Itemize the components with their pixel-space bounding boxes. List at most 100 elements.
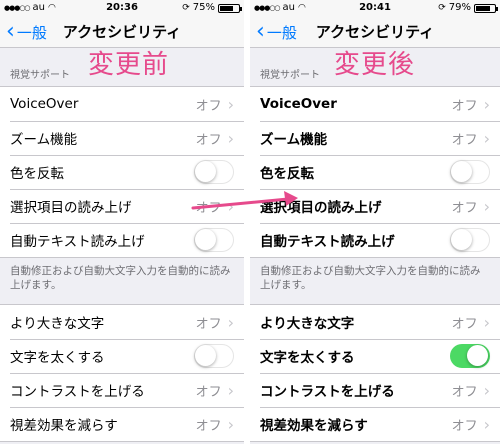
settings-row[interactable]: より大きな文字 オフ › [0,305,244,339]
row-label: より大きな文字 [10,316,105,332]
row-label: コントラストを上げる [10,384,145,400]
settings-row[interactable]: 視差効果を減らす オフ › [0,407,244,441]
row-label: 自動テキスト読み上げ [10,234,145,250]
chevron-right-icon: › [227,380,234,400]
chevron-right-icon: › [227,312,234,332]
battery-fill [476,6,490,11]
chevron-right-icon: › [483,196,490,216]
back-button[interactable]: ‹ 一般 [6,16,47,48]
rotation-lock-icon: ⟳ [182,3,190,13]
row-value: オフ [195,316,222,332]
battery-percent: 75% [192,2,215,13]
row-label: 選択項目の読み上げ [260,200,382,216]
settings-row[interactable]: ズーム機能 オフ › [250,121,500,155]
settings-group: VoiceOver オフ › ズーム機能 オフ › 色を反転 選択項目の読み上げ オフ › 自動テキ… [250,86,500,258]
settings-row[interactable]: ズーム機能 オフ › [0,121,244,155]
chevron-left-icon: ‹ [256,19,265,44]
status-bar: ●●●○○ au ◠ 20:41 ⟳ 79% [250,0,500,16]
battery-icon [218,4,242,13]
toggle-knob [195,161,216,182]
toggle-knob [195,229,216,250]
chevron-right-icon: › [227,94,234,114]
row-value: オフ [195,418,222,434]
battery-fill [220,6,233,11]
settings-row[interactable]: 色を反転 [0,155,244,189]
row-value: オフ [195,384,222,400]
settings-row[interactable]: 文字を太くする [0,339,244,373]
back-label: 一般 [16,23,47,42]
row-label: 文字を太くする [10,350,105,366]
chevron-right-icon: › [227,196,234,216]
settings-row[interactable]: 自動テキスト読み上げ [250,223,500,257]
chevron-right-icon: › [227,128,234,148]
row-label: ズーム機能 [260,132,328,148]
row-label: 色を反転 [10,166,64,182]
row-value: オフ [195,98,222,114]
battery-icon [474,4,498,13]
settings-row[interactable]: 色を反転 [250,155,500,189]
settings-row[interactable]: 視差効果を減らす オフ › [250,407,500,441]
row-value: オフ [195,200,222,216]
settings-group: より大きな文字 オフ › 文字を太くする コントラストを上げる オフ › 視差効果を減らす オフ… [0,304,244,442]
annotation-label: 変更前 [88,50,170,80]
screen-before: ●●●○○ au ◠ 20:36 ⟳ 75% ‹ 一般 アクセシビリティ 変更前 視覚サポート Voi… [0,0,244,444]
status-bar: ●●●○○ au ◠ 20:36 ⟳ 75% [0,0,244,16]
rotation-lock-icon: ⟳ [438,3,446,13]
row-label: コントラストを上げる [260,384,395,400]
row-label: 選択項目の読み上げ [10,200,132,216]
settings-row[interactable]: 自動テキスト読み上げ [0,223,244,257]
row-label: 色を反転 [260,166,314,182]
row-label: 自動テキスト読み上げ [260,234,395,250]
row-label: VoiceOver [260,96,337,112]
chevron-right-icon: › [483,414,490,434]
settings-row[interactable]: コントラストを上げる オフ › [0,373,244,407]
settings-row[interactable]: 文字を太くする [250,339,500,373]
toggle-knob [451,229,472,250]
settings-row[interactable]: 選択項目の読み上げ オフ › [0,189,244,223]
row-value: オフ [451,98,478,114]
row-value: オフ [451,132,478,148]
toggle-knob [467,345,488,366]
screen-after: ●●●○○ au ◠ 20:41 ⟳ 79% ‹ 一般 アクセシビリティ 変更後 視覚サポート Voi… [250,0,500,444]
row-value: オフ [451,200,478,216]
row-value: オフ [451,316,478,332]
section-footer: 自動修正および自動大文字入力を自動的に読み上げます。 [260,265,481,291]
row-value: オフ [451,418,478,434]
toggle-switch-off[interactable] [194,160,234,184]
settings-group: VoiceOver オフ › ズーム機能 オフ › 色を反転 選択項目の読み上げ オフ › 自動テキ… [0,86,244,258]
chevron-right-icon: › [483,380,490,400]
toggle-switch-off[interactable] [194,344,234,368]
row-label: より大きな文字 [260,316,355,332]
row-label: 視差効果を減らす [260,418,368,434]
settings-group: より大きな文字 オフ › 文字を太くする コントラストを上げる オフ › 視差効果を減らす オフ… [250,304,500,442]
chevron-left-icon: ‹ [6,19,15,44]
chevron-right-icon: › [483,312,490,332]
settings-row[interactable]: より大きな文字 オフ › [250,305,500,339]
toggle-switch-on[interactable] [450,344,490,368]
toggle-switch-off[interactable] [450,228,490,252]
toggle-knob [195,345,216,366]
back-label: 一般 [266,23,297,42]
annotation-label: 変更後 [334,50,416,80]
settings-row[interactable]: 選択項目の読み上げ オフ › [250,189,500,223]
row-label: 文字を太くする [260,350,355,366]
chevron-right-icon: › [483,94,490,114]
chevron-right-icon: › [483,128,490,148]
status-right: ⟳ 75% [182,0,242,16]
settings-row[interactable]: VoiceOver オフ › [250,87,500,121]
row-value: オフ [451,384,478,400]
back-button[interactable]: ‹ 一般 [256,16,297,48]
battery-percent: 79% [448,2,471,13]
settings-row[interactable]: VoiceOver オフ › [0,87,244,121]
toggle-knob [451,161,472,182]
row-label: 視差効果を減らす [10,418,118,434]
section-footer: 自動修正および自動大文字入力を自動的に読み上げます。 [10,265,231,291]
row-label: ズーム機能 [10,132,78,148]
toggle-switch-off[interactable] [450,160,490,184]
settings-row[interactable]: コントラストを上げる オフ › [250,373,500,407]
row-value: オフ [195,132,222,148]
row-label: VoiceOver [10,96,79,112]
chevron-right-icon: › [227,414,234,434]
toggle-switch-off[interactable] [194,228,234,252]
status-right: ⟳ 79% [438,0,498,16]
